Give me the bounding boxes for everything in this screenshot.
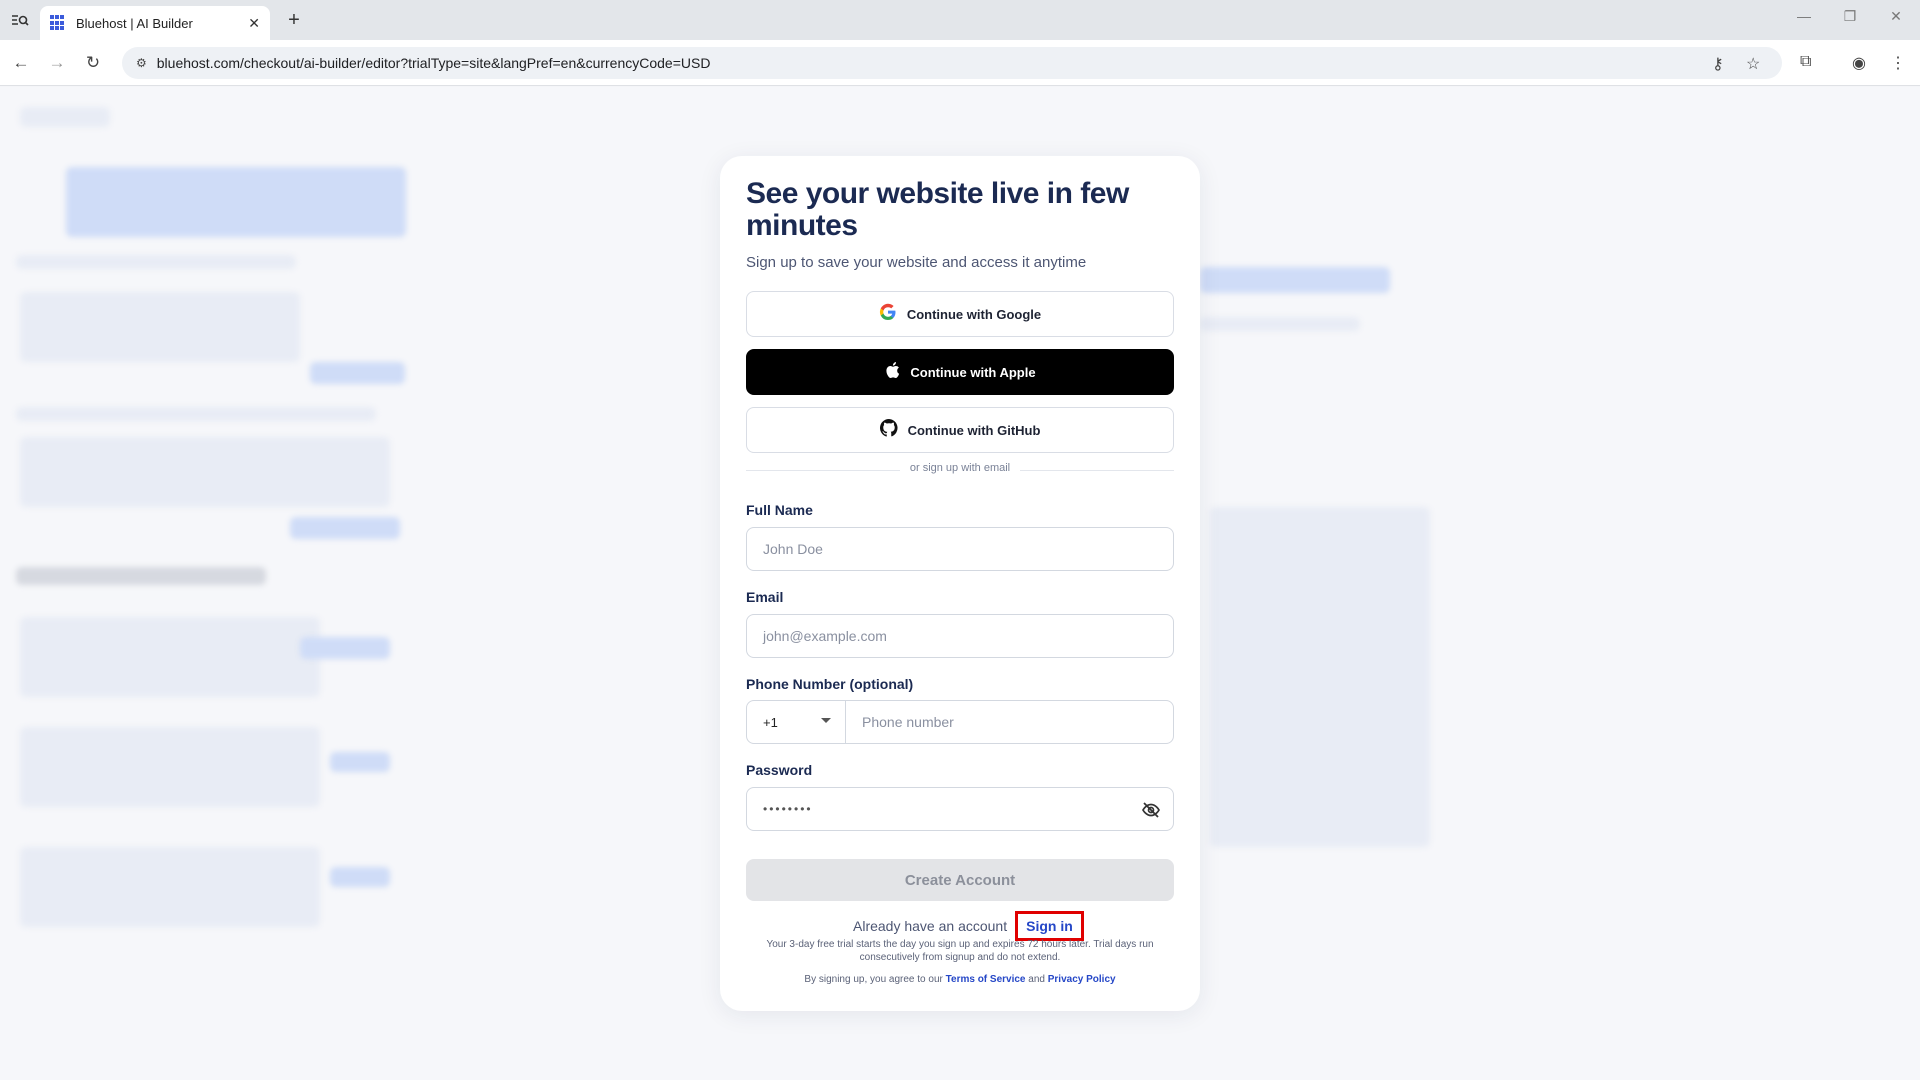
tab-close-icon[interactable]: ✕	[248, 15, 260, 32]
terms-and: and	[1028, 974, 1045, 985]
bg-line	[16, 255, 296, 269]
google-icon	[879, 303, 897, 326]
address-bar[interactable]: ⚙ bluehost.com/checkout/ai-builder/edito…	[122, 47, 1782, 79]
bg-card	[20, 847, 320, 927]
back-button[interactable]: ←	[8, 50, 34, 76]
reload-button[interactable]: ↻	[80, 50, 106, 76]
bg-card	[20, 617, 320, 697]
bg-button	[310, 362, 405, 384]
bookmark-star-icon[interactable]: ☆	[1746, 54, 1760, 74]
terms-note: By signing up, you agree to our Terms of…	[746, 974, 1174, 985]
email-label: Email	[746, 589, 784, 605]
phone-placeholder: Phone number	[862, 714, 954, 730]
bg-banner	[66, 167, 406, 237]
minimize-icon[interactable]: —	[1792, 8, 1816, 24]
tab-title: Bluehost | AI Builder	[76, 15, 193, 31]
chevron-down-icon	[821, 718, 831, 723]
password-input[interactable]: ••••••••	[746, 787, 1174, 831]
apple-icon	[884, 361, 900, 384]
extensions-icon[interactable]: ⧉	[1800, 53, 1811, 71]
bg-button	[290, 517, 400, 539]
close-window-icon[interactable]: ✕	[1884, 8, 1908, 25]
sign-in-link[interactable]: Sign in	[1015, 911, 1084, 941]
google-label: Continue with Google	[906, 306, 1042, 322]
password-label: Password	[746, 762, 813, 778]
signup-modal: See your website live in few minutes Sig…	[720, 156, 1200, 1011]
email-placeholder: john@example.com	[763, 628, 887, 644]
full-name-label: Full Name	[746, 502, 813, 518]
continue-apple-button[interactable]: Continue with Apple	[746, 349, 1174, 395]
terms-prefix: By signing up, you agree to our	[804, 974, 943, 985]
bg-line	[16, 407, 376, 421]
phone-label: Phone Number (optional)	[746, 676, 914, 692]
email-input[interactable]: john@example.com	[746, 614, 1174, 658]
privacy-policy-link[interactable]: Privacy Policy	[1048, 974, 1116, 985]
apple-label: Continue with Apple	[910, 364, 1036, 380]
password-key-icon[interactable]: ⚷	[1712, 54, 1724, 74]
terms-of-service-link[interactable]: Terms of Service	[946, 974, 1026, 985]
continue-github-button[interactable]: Continue with GitHub	[746, 407, 1174, 453]
already-account-row: Already have an account Sign in	[853, 911, 1084, 941]
browser-toolbar: ← → ↻ ⚙ bluehost.com/checkout/ai-builder…	[0, 40, 1920, 86]
phone-input[interactable]: Phone number	[845, 700, 1174, 744]
menu-icon[interactable]: ⋮	[1890, 53, 1906, 73]
tab-strip: Bluehost | AI Builder ✕ + — ❐ ✕	[0, 0, 1920, 40]
eye-off-icon[interactable]	[1141, 800, 1161, 820]
bg-logo	[20, 107, 110, 127]
bg-block	[20, 292, 300, 362]
github-label: Continue with GitHub	[907, 422, 1041, 438]
bg-button	[330, 752, 390, 772]
forward-button[interactable]: →	[44, 50, 70, 76]
country-code-select[interactable]: +1	[746, 700, 846, 744]
bg-block	[20, 437, 390, 507]
new-tab-button[interactable]: +	[282, 8, 306, 32]
password-value: ••••••••	[763, 802, 813, 816]
already-text: Already have an account	[853, 918, 1008, 934]
divider-text: or sign up with email	[900, 462, 1020, 474]
bg-panel	[1210, 507, 1430, 847]
bg-card	[20, 727, 320, 807]
full-name-input[interactable]: John Doe	[746, 527, 1174, 571]
trial-note: Your 3-day free trial starts the day you…	[766, 939, 1154, 963]
modal-subtitle: Sign up to save your website and access …	[746, 254, 1087, 271]
bluehost-favicon-icon	[50, 15, 66, 31]
bg-line	[1200, 317, 1360, 331]
bg-heading	[16, 567, 266, 585]
profile-icon[interactable]: ◉	[1852, 53, 1866, 73]
continue-google-button[interactable]: Continue with Google	[746, 291, 1174, 337]
full-name-placeholder: John Doe	[763, 541, 823, 557]
bg-button	[330, 867, 390, 887]
github-icon	[879, 418, 898, 442]
url-text: bluehost.com/checkout/ai-builder/editor?…	[156, 55, 711, 71]
tab-search-icon[interactable]	[6, 8, 34, 32]
restore-icon[interactable]: ❐	[1838, 8, 1862, 25]
create-account-button[interactable]: Create Account	[746, 859, 1174, 901]
modal-title: See your website live in few minutes	[746, 177, 1129, 242]
country-code-value: +1	[763, 714, 778, 730]
bg-heading	[1200, 267, 1390, 293]
site-info-icon[interactable]: ⚙	[136, 56, 147, 70]
browser-tab[interactable]: Bluehost | AI Builder ✕	[40, 6, 270, 40]
bg-button	[300, 637, 390, 659]
